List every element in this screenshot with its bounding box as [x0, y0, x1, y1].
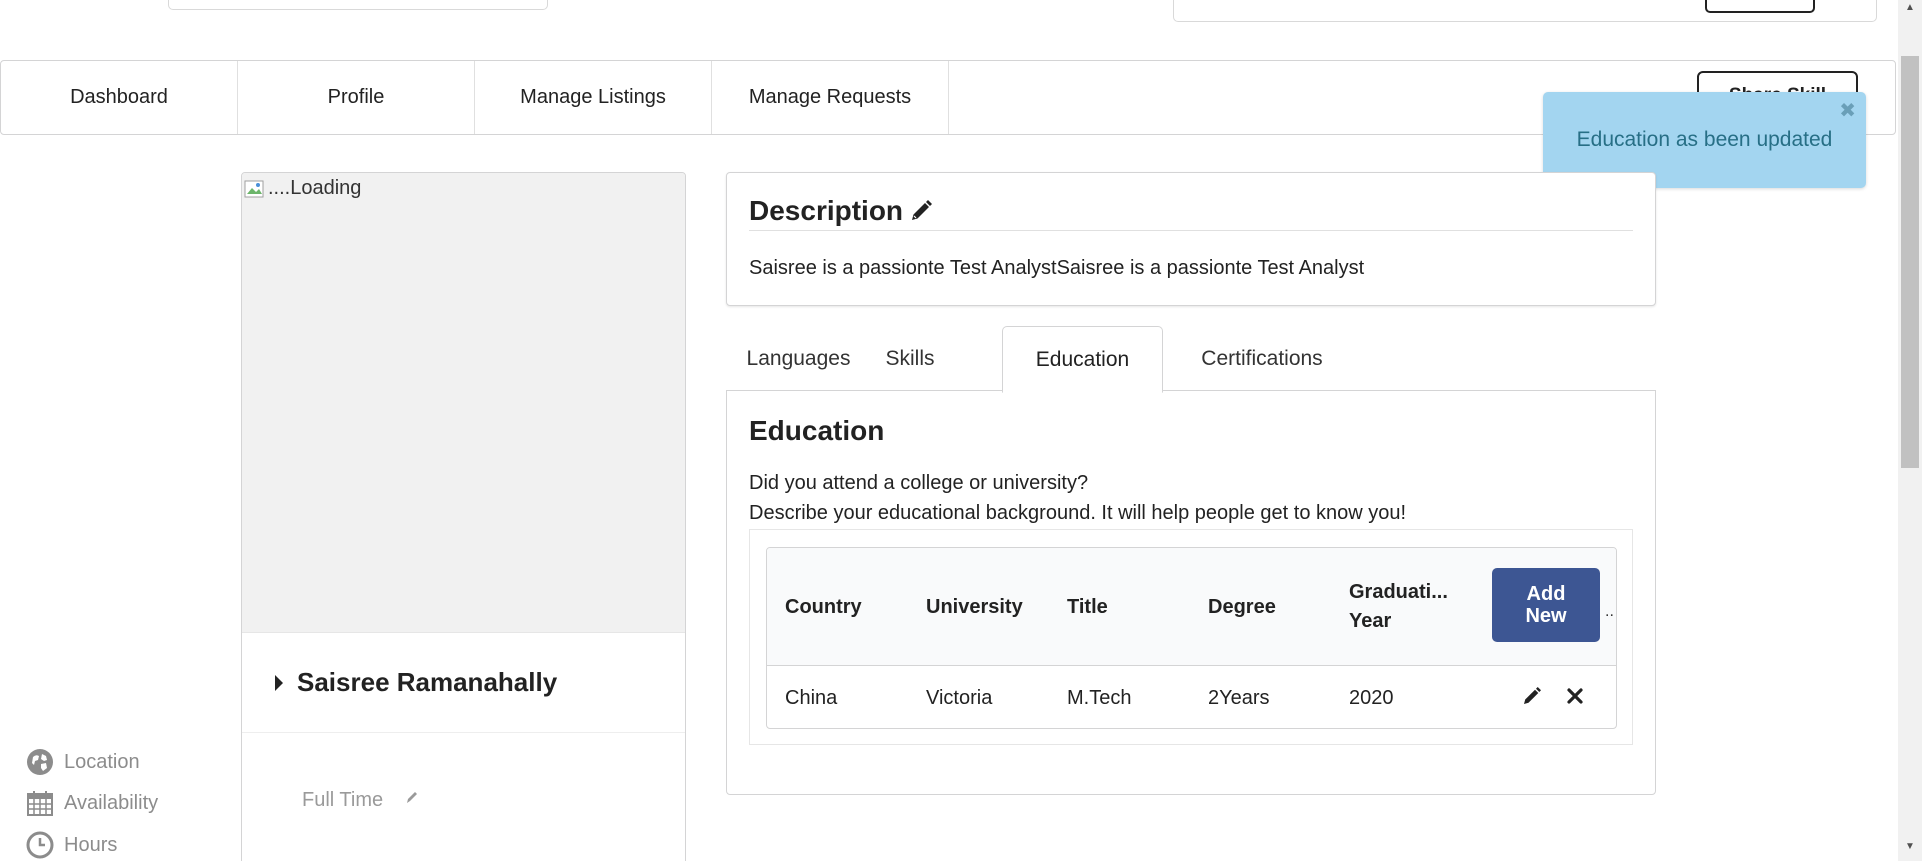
overflow-indicator: ..: [1605, 603, 1614, 620]
education-question: Did you attend a college or university?: [749, 472, 1089, 494]
cell-year: 2020: [1349, 686, 1394, 709]
description-card: Description Saisree is a passionte Test …: [726, 172, 1656, 306]
education-description: Describe your educational background. It…: [749, 502, 1407, 524]
page-scrollbar[interactable]: ▲ ▼: [1898, 0, 1922, 861]
top-header-button[interactable]: [1705, 0, 1815, 13]
delete-icon[interactable]: [1565, 686, 1585, 706]
hours-label: Hours: [64, 833, 118, 856]
tab-certifications[interactable]: Certifications: [1181, 326, 1343, 392]
tab-education[interactable]: Education: [1002, 326, 1163, 393]
column-header-country: Country: [785, 595, 862, 618]
nav-item-manage-listings[interactable]: Manage Listings: [475, 61, 712, 134]
nav-item-profile[interactable]: Profile: [238, 61, 475, 134]
education-table-wrapper: Country University Title Degree Graduati…: [749, 529, 1633, 745]
broken-image: ....Loading: [244, 177, 361, 200]
column-header-degree: Degree: [1208, 595, 1276, 618]
scroll-down-arrow-icon[interactable]: ▼: [1898, 841, 1922, 857]
caret-right-icon[interactable]: [275, 674, 283, 691]
table-header: Country University Title Degree Graduati…: [767, 548, 1616, 666]
profile-card: ....Loading Saisree Ramanahally: [241, 172, 686, 861]
location-row: Location: [26, 748, 140, 776]
scroll-up-arrow-icon[interactable]: ▲: [1898, 2, 1922, 18]
hours-row: Hours: [26, 831, 117, 859]
education-title: Education: [749, 415, 885, 446]
profile-image: ....Loading: [242, 173, 685, 633]
table-row: China Victoria M.Tech 2Years 2020: [767, 666, 1616, 728]
globe-icon: [27, 749, 53, 775]
column-header-title: Title: [1067, 595, 1108, 618]
cell-country: China: [785, 686, 838, 709]
tab-languages[interactable]: Languages: [736, 326, 861, 392]
clock-icon: [26, 831, 54, 859]
description-divider: [749, 230, 1633, 231]
education-table: Country University Title Degree Graduati…: [766, 547, 1617, 729]
add-new-button[interactable]: Add New: [1492, 568, 1600, 642]
cell-title: M.Tech: [1067, 686, 1132, 709]
availability-label: Availability: [64, 791, 159, 814]
scrollbar-thumb[interactable]: [1901, 56, 1919, 468]
broken-image-icon: [244, 178, 266, 200]
description-text: Saisree is a passionte Test AnalystSaisr…: [749, 257, 1365, 279]
column-header-university: University: [926, 595, 1023, 618]
availability-row: Availability: [26, 789, 158, 817]
top-search-input[interactable]: [168, 0, 548, 10]
profile-name: Saisree Ramanahally: [297, 667, 558, 697]
pencil-icon[interactable]: [1522, 686, 1542, 706]
nav-item-dashboard[interactable]: Dashboard: [1, 61, 238, 134]
profile-tabs: Languages Skills Education Certification…: [726, 326, 1656, 393]
tab-skills[interactable]: Skills: [866, 326, 954, 392]
column-header-graduation-year: Graduati... Year: [1349, 581, 1448, 632]
location-label: Location: [64, 750, 140, 773]
education-panel: Education Did you attend a college or un…: [726, 390, 1656, 795]
toast-message: Education as been updated: [1576, 128, 1833, 151]
availability-value: Full Time: [302, 789, 384, 811]
description-title: Description: [749, 195, 904, 226]
calendar-icon: [27, 791, 53, 816]
cell-university: Victoria: [926, 686, 993, 709]
profile-name-row[interactable]: Saisree Ramanahally: [242, 633, 685, 733]
description-title-row: Description: [749, 195, 933, 227]
pencil-icon[interactable]: [909, 199, 933, 223]
image-alt-text: ....Loading: [268, 177, 362, 199]
cell-degree: 2Years: [1208, 686, 1270, 709]
pencil-icon[interactable]: [405, 790, 419, 806]
close-icon[interactable]: ✖: [1839, 98, 1856, 123]
nav-item-manage-requests[interactable]: Manage Requests: [712, 61, 949, 134]
